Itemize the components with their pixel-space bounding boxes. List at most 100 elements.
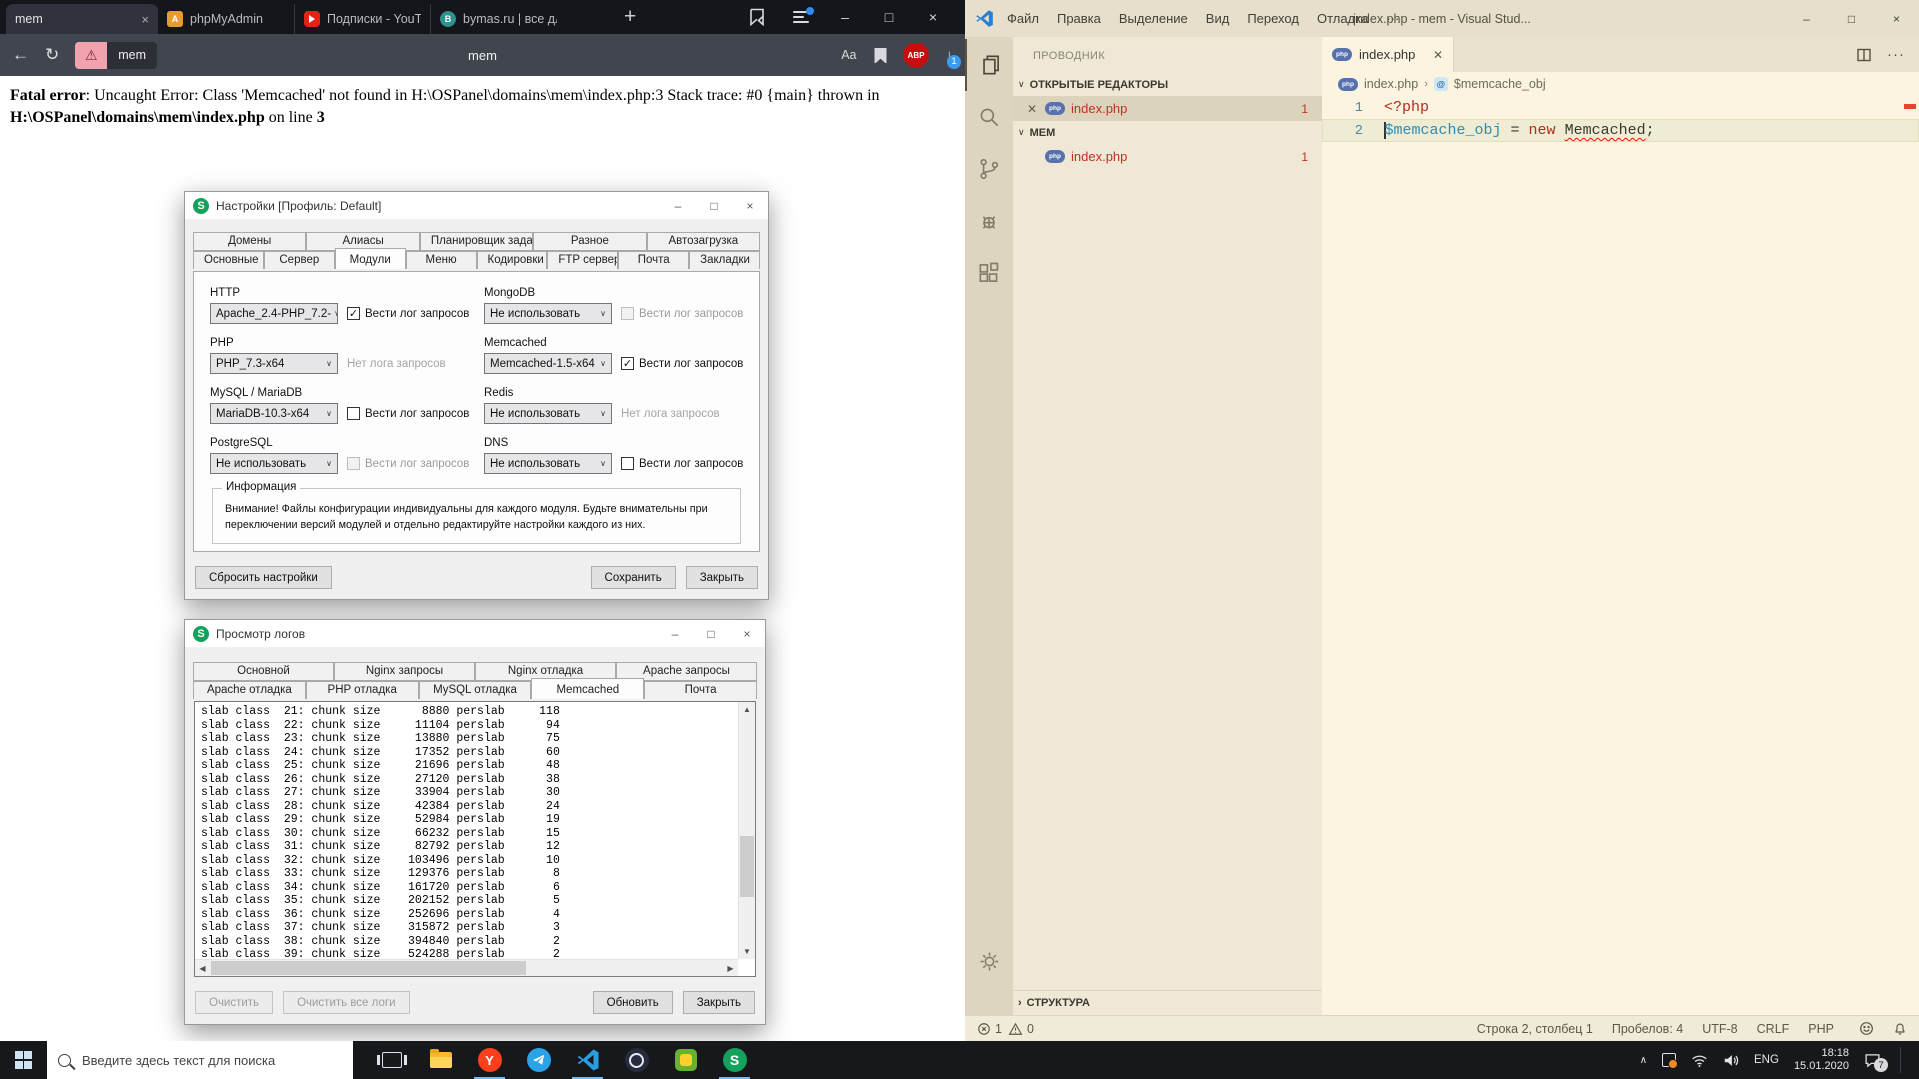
module-log-option[interactable]: Нет лога запросов	[347, 358, 446, 370]
minimize-button[interactable]: –	[660, 192, 696, 219]
save-button[interactable]: Сохранить	[591, 566, 676, 589]
menu-item[interactable]: Вид	[1197, 11, 1239, 26]
module-log-option[interactable]: Вести лог запросов	[347, 407, 469, 420]
tab-close-icon[interactable]: ×	[141, 12, 149, 27]
tab-close-icon[interactable]: ✕	[1433, 48, 1443, 62]
checkbox[interactable]	[621, 457, 634, 470]
ospanel-taskbar-icon[interactable]: S	[710, 1041, 759, 1079]
status-item[interactable]: PHP	[1808, 1022, 1834, 1036]
scrollbar-thumb[interactable]	[211, 961, 526, 975]
notification-icon[interactable]: 7	[1864, 1052, 1881, 1068]
scroll-down-icon[interactable]: ▼	[739, 944, 755, 959]
smiley-icon[interactable]	[1859, 1021, 1874, 1036]
taskbar-search[interactable]	[47, 1041, 353, 1079]
settings-tab[interactable]: Сервер	[264, 251, 335, 269]
speaker-icon[interactable]	[1723, 1053, 1739, 1068]
browser-maximize-button[interactable]: □	[867, 2, 911, 32]
module-log-option[interactable]: Вести лог запросов	[621, 357, 743, 370]
module-version-dropdown[interactable]: Не использовать ∨	[210, 453, 338, 474]
clear-all-logs-button[interactable]: Очистить все логи	[283, 991, 409, 1014]
module-version-dropdown[interactable]: MariaDB-10.3-x64 ∨	[210, 403, 338, 424]
start-button[interactable]	[0, 1041, 47, 1079]
close-icon[interactable]: ✕	[1027, 102, 1039, 116]
checkbox[interactable]	[347, 457, 360, 470]
module-log-option[interactable]: Вести лог запросов	[347, 457, 469, 470]
settings-tab[interactable]: Почта	[618, 251, 689, 269]
breadcrumb-symbol[interactable]: $memcache_obj	[1454, 77, 1546, 91]
log-tab[interactable]: Memcached	[531, 678, 644, 699]
site-protect-badge[interactable]: ⚠ mem	[75, 42, 157, 69]
minimize-button[interactable]: –	[657, 620, 693, 647]
menu-item[interactable]: Правка	[1048, 11, 1110, 26]
file-tree-item[interactable]: php index.php 1	[1013, 144, 1322, 169]
camera-app-icon[interactable]	[612, 1041, 661, 1079]
module-version-dropdown[interactable]: Не использовать ∨	[484, 303, 612, 324]
reset-settings-button[interactable]: Сбросить настройки	[195, 566, 332, 589]
browser-menu-icon[interactable]	[779, 2, 823, 32]
minimize-button[interactable]: –	[1784, 0, 1829, 37]
browser-tab[interactable]: A phpMyAdmin ×	[158, 4, 294, 34]
log-tab[interactable]: MySQL отладка	[419, 681, 532, 699]
module-version-dropdown[interactable]: Apache_2.4-PHP_7.2- ∨	[210, 303, 338, 324]
search-input[interactable]	[80, 1052, 342, 1069]
search-icon[interactable]	[965, 91, 1013, 143]
module-log-option[interactable]: Вести лог запросов	[621, 307, 743, 320]
editor-tab[interactable]: php index.php ✕	[1322, 37, 1454, 72]
status-item[interactable]: Строка 2, столбец 1	[1477, 1022, 1593, 1036]
open-editor-item[interactable]: ✕ php index.php 1	[1013, 96, 1322, 121]
keyboard-language[interactable]: ENG	[1754, 1054, 1779, 1066]
tray-clock[interactable]: 18:18 15.01.2020	[1794, 1047, 1849, 1073]
checkbox[interactable]	[347, 407, 360, 420]
horizontal-scrollbar[interactable]: ◀ ▶	[195, 959, 738, 976]
debug-icon[interactable]	[965, 195, 1013, 247]
maximize-button[interactable]: □	[693, 620, 729, 647]
scrollbar-thumb[interactable]	[740, 836, 754, 898]
browser-tab[interactable]: Подписки - YouTub ×	[294, 4, 430, 34]
module-log-option[interactable]: Вести лог запросов	[347, 307, 469, 320]
problems-errors[interactable]: 1	[977, 1022, 1002, 1036]
adblock-icon[interactable]: ABP	[904, 43, 929, 68]
more-actions-icon[interactable]: ···	[1887, 46, 1905, 63]
tray-flag-icon[interactable]	[1662, 1053, 1676, 1067]
folder-section[interactable]: ∨ MEM	[1013, 121, 1322, 144]
translate-icon[interactable]: Aа	[841, 48, 856, 62]
close-button[interactable]: ×	[1874, 0, 1919, 37]
vertical-scrollbar[interactable]: ▲ ▼	[738, 702, 755, 959]
close-dialog-button[interactable]: Закрыть	[686, 566, 758, 589]
checkbox[interactable]	[621, 357, 634, 370]
open-editors-section[interactable]: ∨ ОТКРЫТЫЕ РЕДАКТОРЫ	[1013, 73, 1322, 96]
vscode-title-bar[interactable]: ФайлПравкаВыделениеВидПереходОтладка··· …	[965, 0, 1919, 37]
extensions-icon[interactable]	[965, 247, 1013, 299]
module-log-option[interactable]: Нет лога запросов	[621, 408, 720, 420]
module-version-dropdown[interactable]: Не использовать ∨	[484, 403, 612, 424]
outline-section[interactable]: › СТРУКТУРА	[1013, 990, 1322, 1015]
code-area[interactable]: 1<?php 2$memcache_obj = new Memcached;	[1322, 96, 1919, 1015]
refresh-button[interactable]: Обновить	[593, 991, 673, 1014]
settings-tab[interactable]: FTP сервер	[547, 251, 618, 269]
bookmark-page-icon[interactable]	[874, 48, 887, 63]
log-tab[interactable]: Почта	[644, 681, 757, 699]
breadcrumb[interactable]: php index.php › @ $memcache_obj	[1322, 72, 1919, 96]
settings-tab[interactable]: Разное	[533, 232, 646, 251]
module-version-dropdown[interactable]: PHP_7.3-x64 ∨	[210, 353, 338, 374]
scroll-right-icon[interactable]: ▶	[723, 960, 738, 976]
browser-minimize-button[interactable]: –	[823, 2, 867, 32]
module-log-option[interactable]: Вести лог запросов	[621, 457, 743, 470]
checkbox[interactable]	[621, 307, 634, 320]
file-explorer-icon[interactable]	[416, 1041, 465, 1079]
settings-tab[interactable]: Основные	[193, 251, 264, 269]
browser-tab[interactable]: mem ×	[6, 4, 158, 34]
clear-log-button[interactable]: Очистить	[195, 991, 273, 1014]
show-desktop-button[interactable]	[1900, 1047, 1905, 1073]
reload-icon[interactable]: ↻	[45, 45, 59, 65]
split-editor-icon[interactable]	[1856, 47, 1872, 63]
scroll-left-icon[interactable]: ◀	[195, 960, 210, 976]
close-button[interactable]: ×	[732, 192, 768, 219]
settings-tab[interactable]: Планировщик заданий	[420, 232, 533, 251]
yandex-browser-icon[interactable]: Y	[465, 1041, 514, 1079]
bookmark-flag-icon[interactable]	[735, 2, 779, 32]
checkbox[interactable]	[347, 307, 360, 320]
close-button[interactable]: ×	[729, 620, 765, 647]
maximize-button[interactable]: □	[696, 192, 732, 219]
menu-item[interactable]: Переход	[1238, 11, 1308, 26]
